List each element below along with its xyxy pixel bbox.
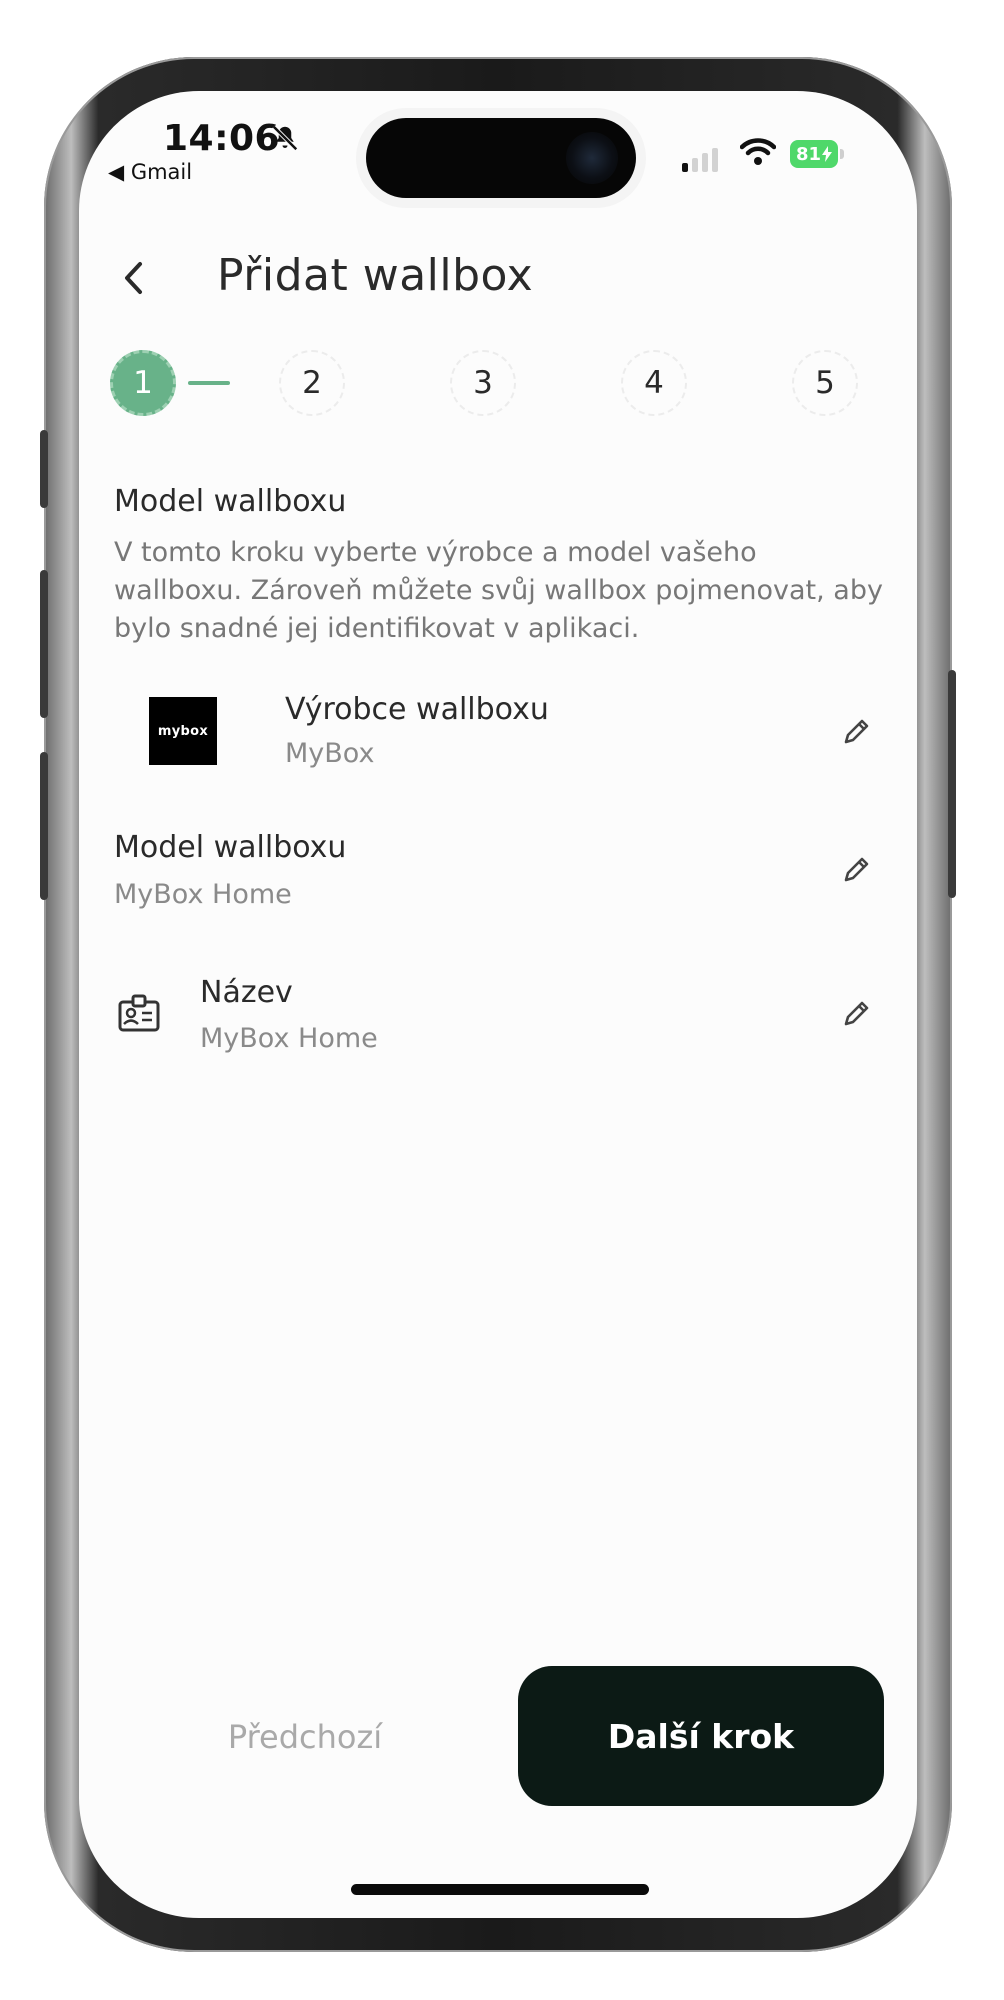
battery-tip (840, 149, 844, 159)
cellular-signal-icon (682, 148, 718, 172)
edit-model-button[interactable] (836, 850, 876, 890)
step-2[interactable]: 2 (279, 350, 345, 416)
dynamic-island (366, 118, 636, 198)
id-badge-icon (115, 990, 163, 1042)
battery-level: 81 (795, 143, 822, 165)
pencil-icon (844, 719, 869, 744)
step-5[interactable]: 5 (792, 350, 858, 416)
battery-indicator: 81 (790, 140, 838, 168)
front-camera (566, 132, 618, 184)
step-4[interactable]: 4 (621, 350, 687, 416)
volume-down-button (40, 752, 48, 900)
charging-bolt-icon (822, 146, 833, 162)
bell-slash-icon (270, 123, 300, 157)
manufacturer-label: Výrobce wallboxu (285, 692, 549, 727)
wifi-icon (739, 137, 777, 171)
page-title: Přidat wallbox (217, 250, 534, 301)
model-label: Model wallboxu (114, 830, 347, 865)
name-value: MyBox Home (200, 1023, 378, 1054)
pencil-icon (844, 1001, 869, 1026)
name-label: Název (200, 975, 293, 1010)
edit-name-button[interactable] (836, 994, 876, 1034)
action-button (40, 430, 48, 508)
chevron-left-icon (125, 262, 142, 294)
pencil-icon (844, 857, 869, 882)
next-step-button[interactable]: Další krok (518, 1666, 884, 1806)
next-step-label: Další krok (607, 1716, 795, 1756)
previous-button[interactable]: Předchozí (190, 1718, 420, 1756)
step-1[interactable]: 1 (110, 350, 176, 416)
home-indicator[interactable] (351, 1884, 649, 1895)
model-value: MyBox Home (114, 879, 292, 910)
back-to-app-link[interactable]: ◀ Gmail (108, 160, 192, 184)
status-time: 14:06 (163, 118, 281, 159)
step-3[interactable]: 3 (450, 350, 516, 416)
mybox-logo: mybox (149, 697, 217, 765)
logo-text: mybox (157, 723, 209, 739)
step-progress-line (188, 381, 230, 385)
section-title: Model wallboxu (114, 484, 347, 519)
power-button (948, 670, 956, 898)
volume-up-button (40, 570, 48, 718)
back-button[interactable] (120, 258, 146, 302)
manufacturer-value: MyBox (285, 738, 375, 769)
section-description: V tomto kroku vyberte výrobce a model va… (114, 537, 883, 644)
edit-manufacturer-button[interactable] (836, 712, 876, 752)
